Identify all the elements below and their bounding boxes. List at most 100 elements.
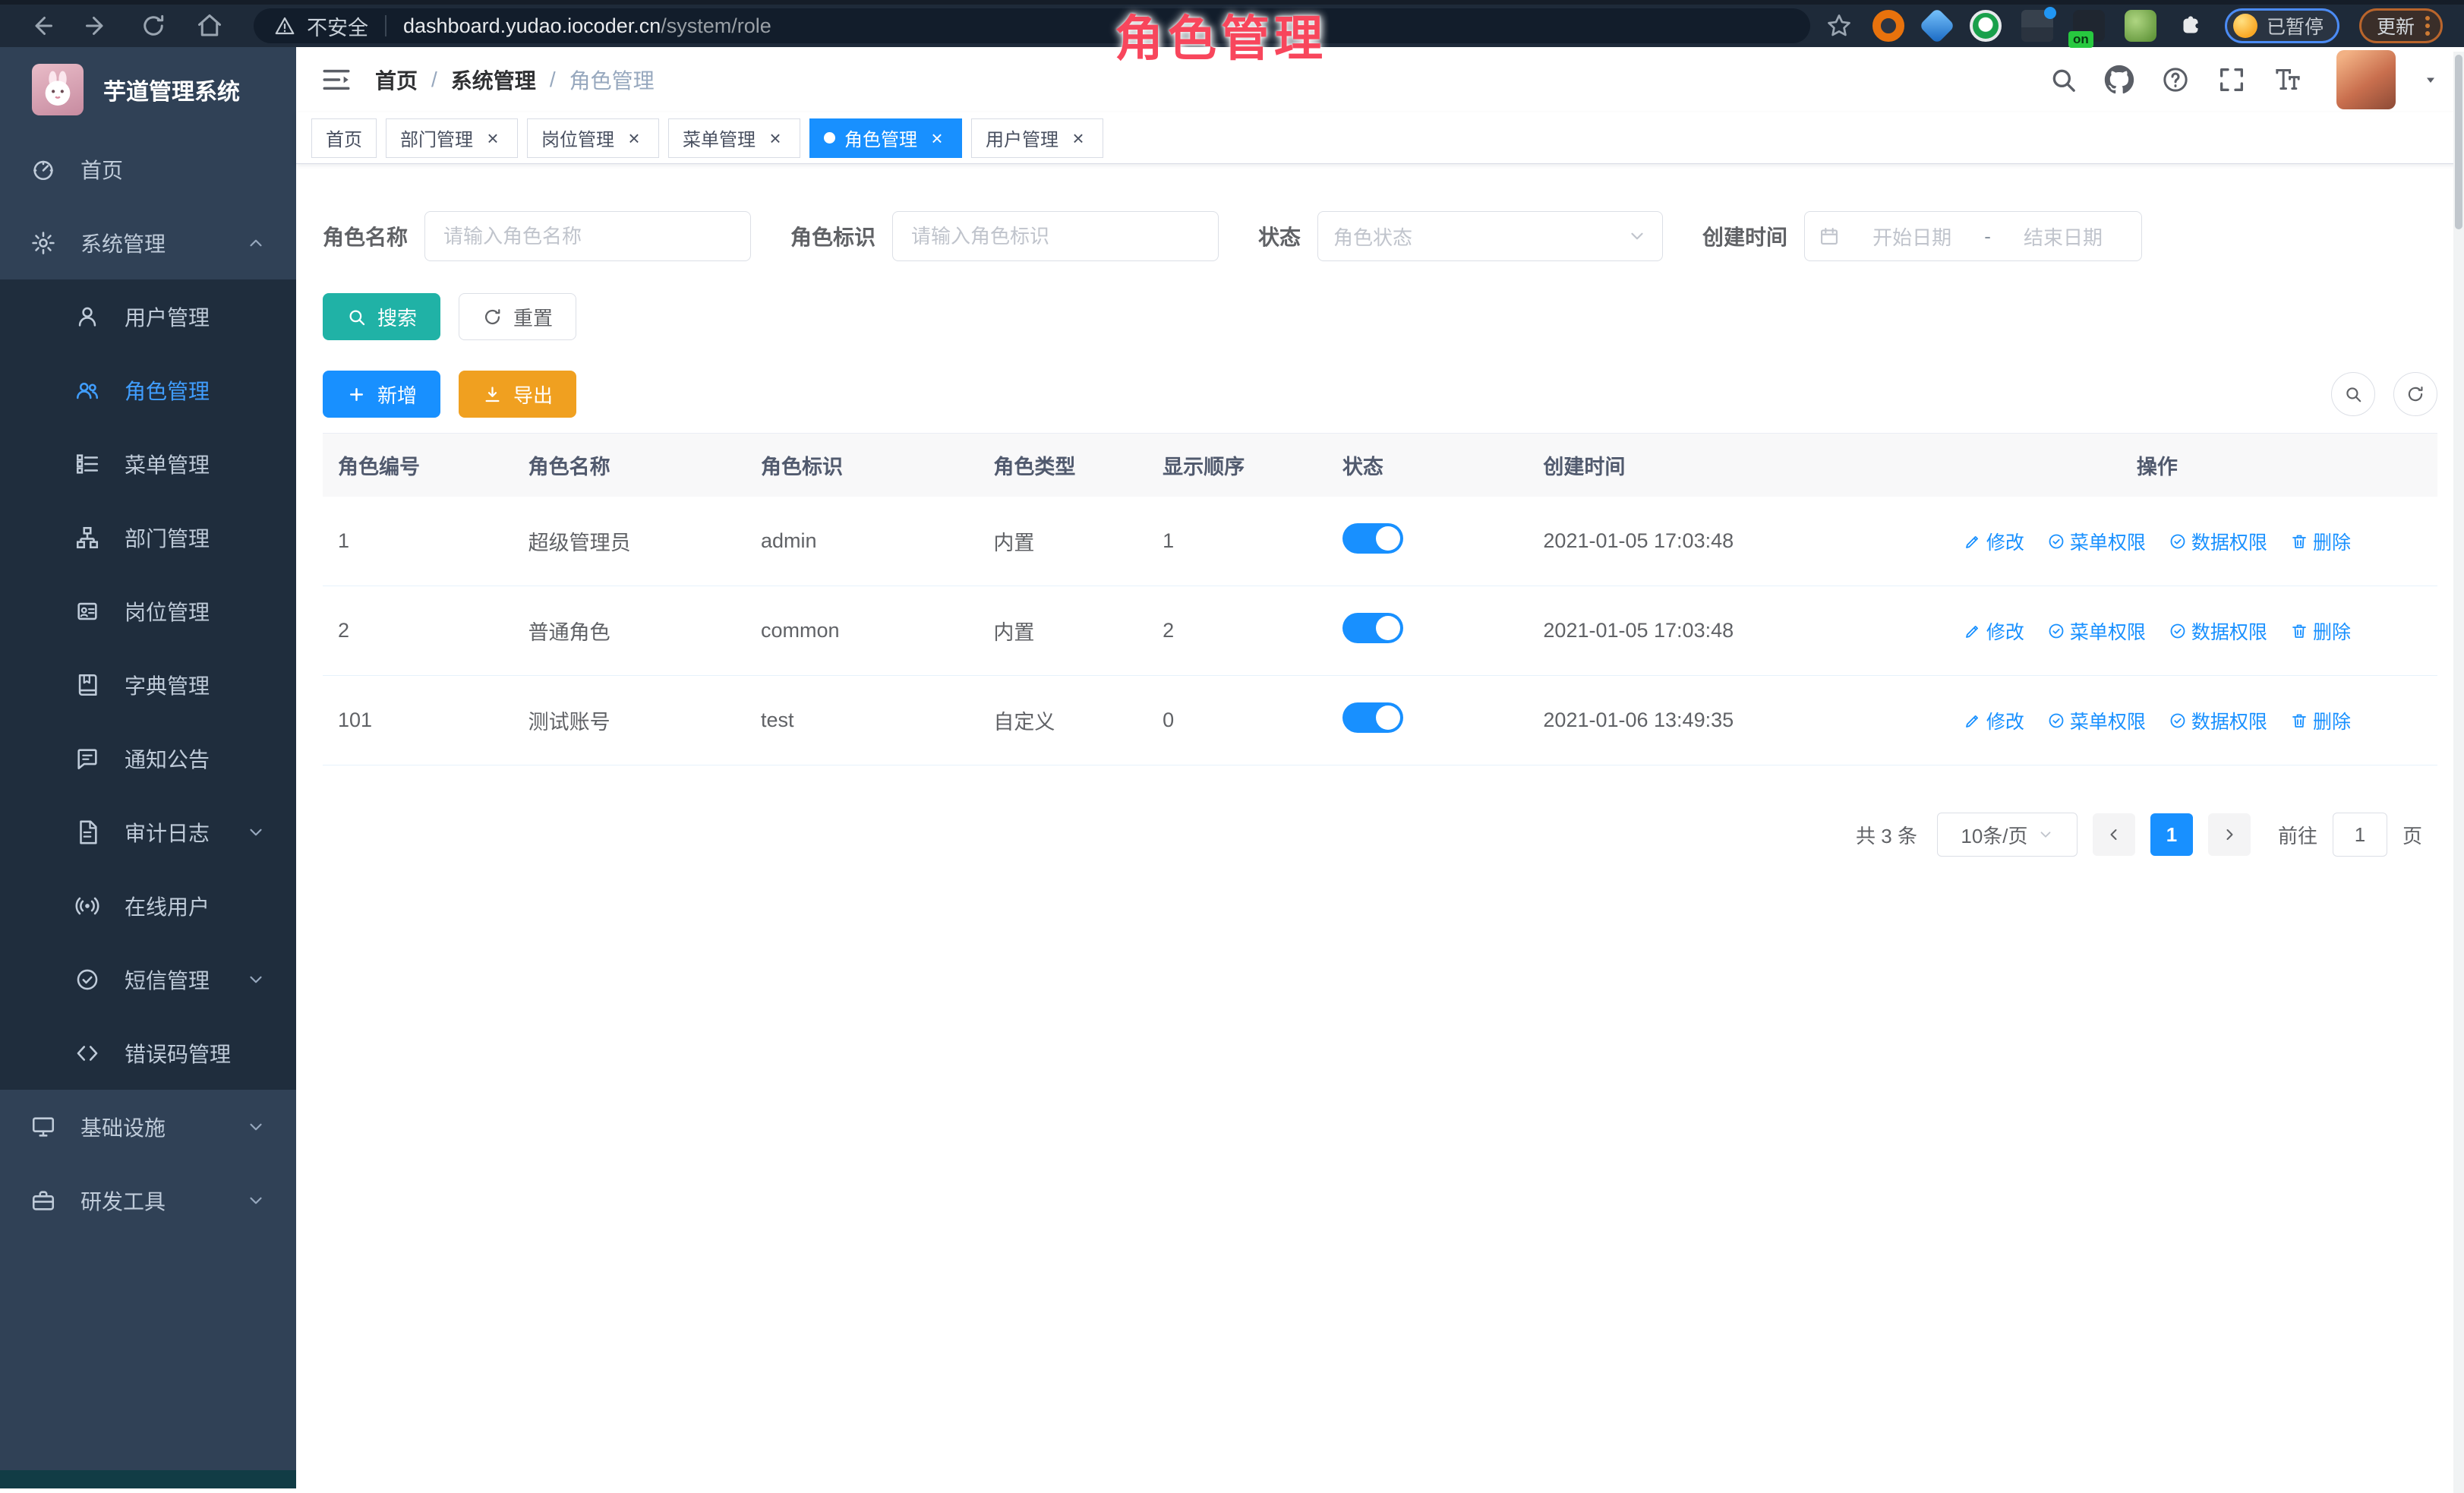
security-label[interactable]: 不安全 <box>307 11 368 41</box>
table-body: 1超级管理员admin内置12021-01-05 17:03:48修改菜单权限数… <box>323 497 2437 765</box>
sidebar-item[interactable]: 系统管理 <box>0 206 296 279</box>
refresh-table-button[interactable] <box>2393 372 2437 416</box>
goto-page-input[interactable] <box>2333 813 2387 857</box>
tab[interactable]: 首页 <box>311 118 377 158</box>
sidebar-item[interactable]: 短信管理 <box>0 942 296 1016</box>
reset-button[interactable]: 重置 <box>459 293 576 340</box>
user-avatar[interactable] <box>2336 50 2396 109</box>
delete-action-link[interactable]: 删除 <box>2290 617 2351 645</box>
edit-action-link[interactable]: 修改 <box>1964 617 2024 645</box>
date-range-picker[interactable]: 开始日期 - 结束日期 <box>1804 211 2142 261</box>
menu-permission-action-link[interactable]: 菜单权限 <box>2047 528 2146 555</box>
close-icon[interactable]: × <box>623 128 645 149</box>
hamburger-icon[interactable] <box>320 64 352 96</box>
status-toggle[interactable] <box>1342 523 1403 554</box>
sidebar-item[interactable]: 字典管理 <box>0 648 296 721</box>
kebab-menu-icon[interactable] <box>2425 16 2430 36</box>
fullscreen-icon[interactable] <box>2216 65 2247 95</box>
data-permission-action-link[interactable]: 数据权限 <box>2169 617 2267 645</box>
delete-action-link[interactable]: 删除 <box>2290 528 2351 555</box>
caret-down-icon[interactable] <box>2421 71 2440 89</box>
close-icon[interactable]: × <box>765 128 786 149</box>
start-date-placeholder[interactable]: 开始日期 <box>1847 223 1977 251</box>
forward-icon[interactable] <box>84 12 111 39</box>
sidebar-item[interactable]: 角色管理 <box>0 353 296 427</box>
paused-extension-badge[interactable]: 已暂停 <box>2225 8 2339 43</box>
home-icon[interactable] <box>196 12 223 39</box>
green-extension-icon[interactable] <box>2125 10 2156 42</box>
bookmark-star-icon[interactable] <box>1825 12 1853 39</box>
gem-extension-icon[interactable] <box>1919 8 1955 44</box>
github-icon[interactable] <box>2104 65 2134 95</box>
plus-icon <box>346 384 367 405</box>
add-button[interactable]: 新增 <box>323 371 440 418</box>
font-size-icon[interactable] <box>2273 65 2303 95</box>
status-select[interactable]: 角色状态 <box>1317 211 1663 261</box>
data-permission-action-link[interactable]: 数据权限 <box>2169 528 2267 555</box>
data-permission-action-link[interactable]: 数据权限 <box>2169 707 2267 734</box>
next-page-button[interactable] <box>2208 813 2251 856</box>
scrollbar-thumb[interactable] <box>2455 55 2462 229</box>
screen: 不安全 dashboard.yudao.iocoder.cn/system/ro… <box>0 0 2464 1493</box>
role-name-input[interactable] <box>424 211 751 261</box>
search-icon[interactable] <box>2048 65 2078 95</box>
close-icon[interactable]: × <box>1068 128 1089 149</box>
status-toggle[interactable] <box>1342 613 1403 643</box>
edit-action-link[interactable]: 修改 <box>1964 707 2024 734</box>
app-logo[interactable]: 芋道管理系统 <box>0 47 296 132</box>
prev-page-button[interactable] <box>2093 813 2135 856</box>
proxy-extension-icon[interactable] <box>1970 10 2002 42</box>
total-count: 共 3 条 <box>1856 821 1917 849</box>
tab[interactable]: 菜单管理× <box>668 118 800 158</box>
not-secure-warning-icon[interactable] <box>273 14 296 37</box>
sidebar-item[interactable]: 审计日志 <box>0 795 296 869</box>
scrollbar[interactable] <box>2453 52 2464 1493</box>
status-toggle[interactable] <box>1342 702 1403 733</box>
reload-icon[interactable] <box>140 12 167 39</box>
export-button[interactable]: 导出 <box>459 371 576 418</box>
page-size-select[interactable]: 10条/页 <box>1937 813 2078 857</box>
sidebar-item[interactable]: 研发工具 <box>0 1163 296 1237</box>
sidebar-item[interactable]: 错误码管理 <box>0 1016 296 1090</box>
trash-icon <box>2290 532 2308 551</box>
sidebar-item[interactable]: 部门管理 <box>0 500 296 574</box>
script-manager-extension-icon[interactable]: on <box>2073 10 2105 42</box>
address-bar[interactable]: 不安全 dashboard.yudao.iocoder.cn/system/ro… <box>254 8 1810 43</box>
tab[interactable]: 岗位管理× <box>527 118 659 158</box>
menu-permission-action-link[interactable]: 菜单权限 <box>2047 617 2146 645</box>
sidebar-item[interactable]: 首页 <box>0 132 296 206</box>
tab[interactable]: 角色管理× <box>809 118 962 158</box>
toggle-search-button[interactable] <box>2331 372 2375 416</box>
sidebar-item-label: 首页 <box>80 154 123 185</box>
sidebar-item[interactable]: 岗位管理 <box>0 574 296 648</box>
menu-permission-action-link[interactable]: 菜单权限 <box>2047 707 2146 734</box>
on-badge: on <box>2068 31 2093 48</box>
chevron-down-icon <box>246 1191 266 1210</box>
breadcrumb-item[interactable]: 首页 <box>375 65 418 95</box>
delete-action-link[interactable]: 删除 <box>2290 707 2351 734</box>
extensions-puzzle-icon[interactable] <box>2176 11 2205 40</box>
page-number-active[interactable]: 1 <box>2150 813 2193 856</box>
tab[interactable]: 部门管理× <box>386 118 518 158</box>
update-button[interactable]: 更新 <box>2359 8 2443 43</box>
orange-extension-icon[interactable] <box>1872 10 1904 42</box>
sidebar-item[interactable]: 通知公告 <box>0 721 296 795</box>
close-icon[interactable]: × <box>482 128 503 149</box>
end-date-placeholder[interactable]: 结束日期 <box>1999 223 2128 251</box>
check-circle-icon <box>2169 532 2187 551</box>
search-button[interactable]: 搜索 <box>323 293 440 340</box>
role-key-input[interactable] <box>892 211 1219 261</box>
edit-action-link[interactable]: 修改 <box>1964 528 2024 555</box>
sidebar-item[interactable]: 在线用户 <box>0 869 296 942</box>
back-icon[interactable] <box>27 12 55 39</box>
url-text[interactable]: dashboard.yudao.iocoder.cn/system/role <box>403 14 771 38</box>
docs-help-icon[interactable] <box>2160 65 2191 95</box>
tab[interactable]: 用户管理× <box>971 118 1103 158</box>
sidebar-item[interactable]: 菜单管理 <box>0 427 296 500</box>
close-icon[interactable]: × <box>926 128 948 149</box>
breadcrumb-item[interactable]: 系统管理 <box>451 65 536 95</box>
sidebar-item[interactable]: 基础设施 <box>0 1090 296 1163</box>
sidebar-item[interactable]: 用户管理 <box>0 279 296 353</box>
grid-extension-icon[interactable] <box>2021 10 2053 42</box>
check-circle-icon <box>2169 712 2187 730</box>
